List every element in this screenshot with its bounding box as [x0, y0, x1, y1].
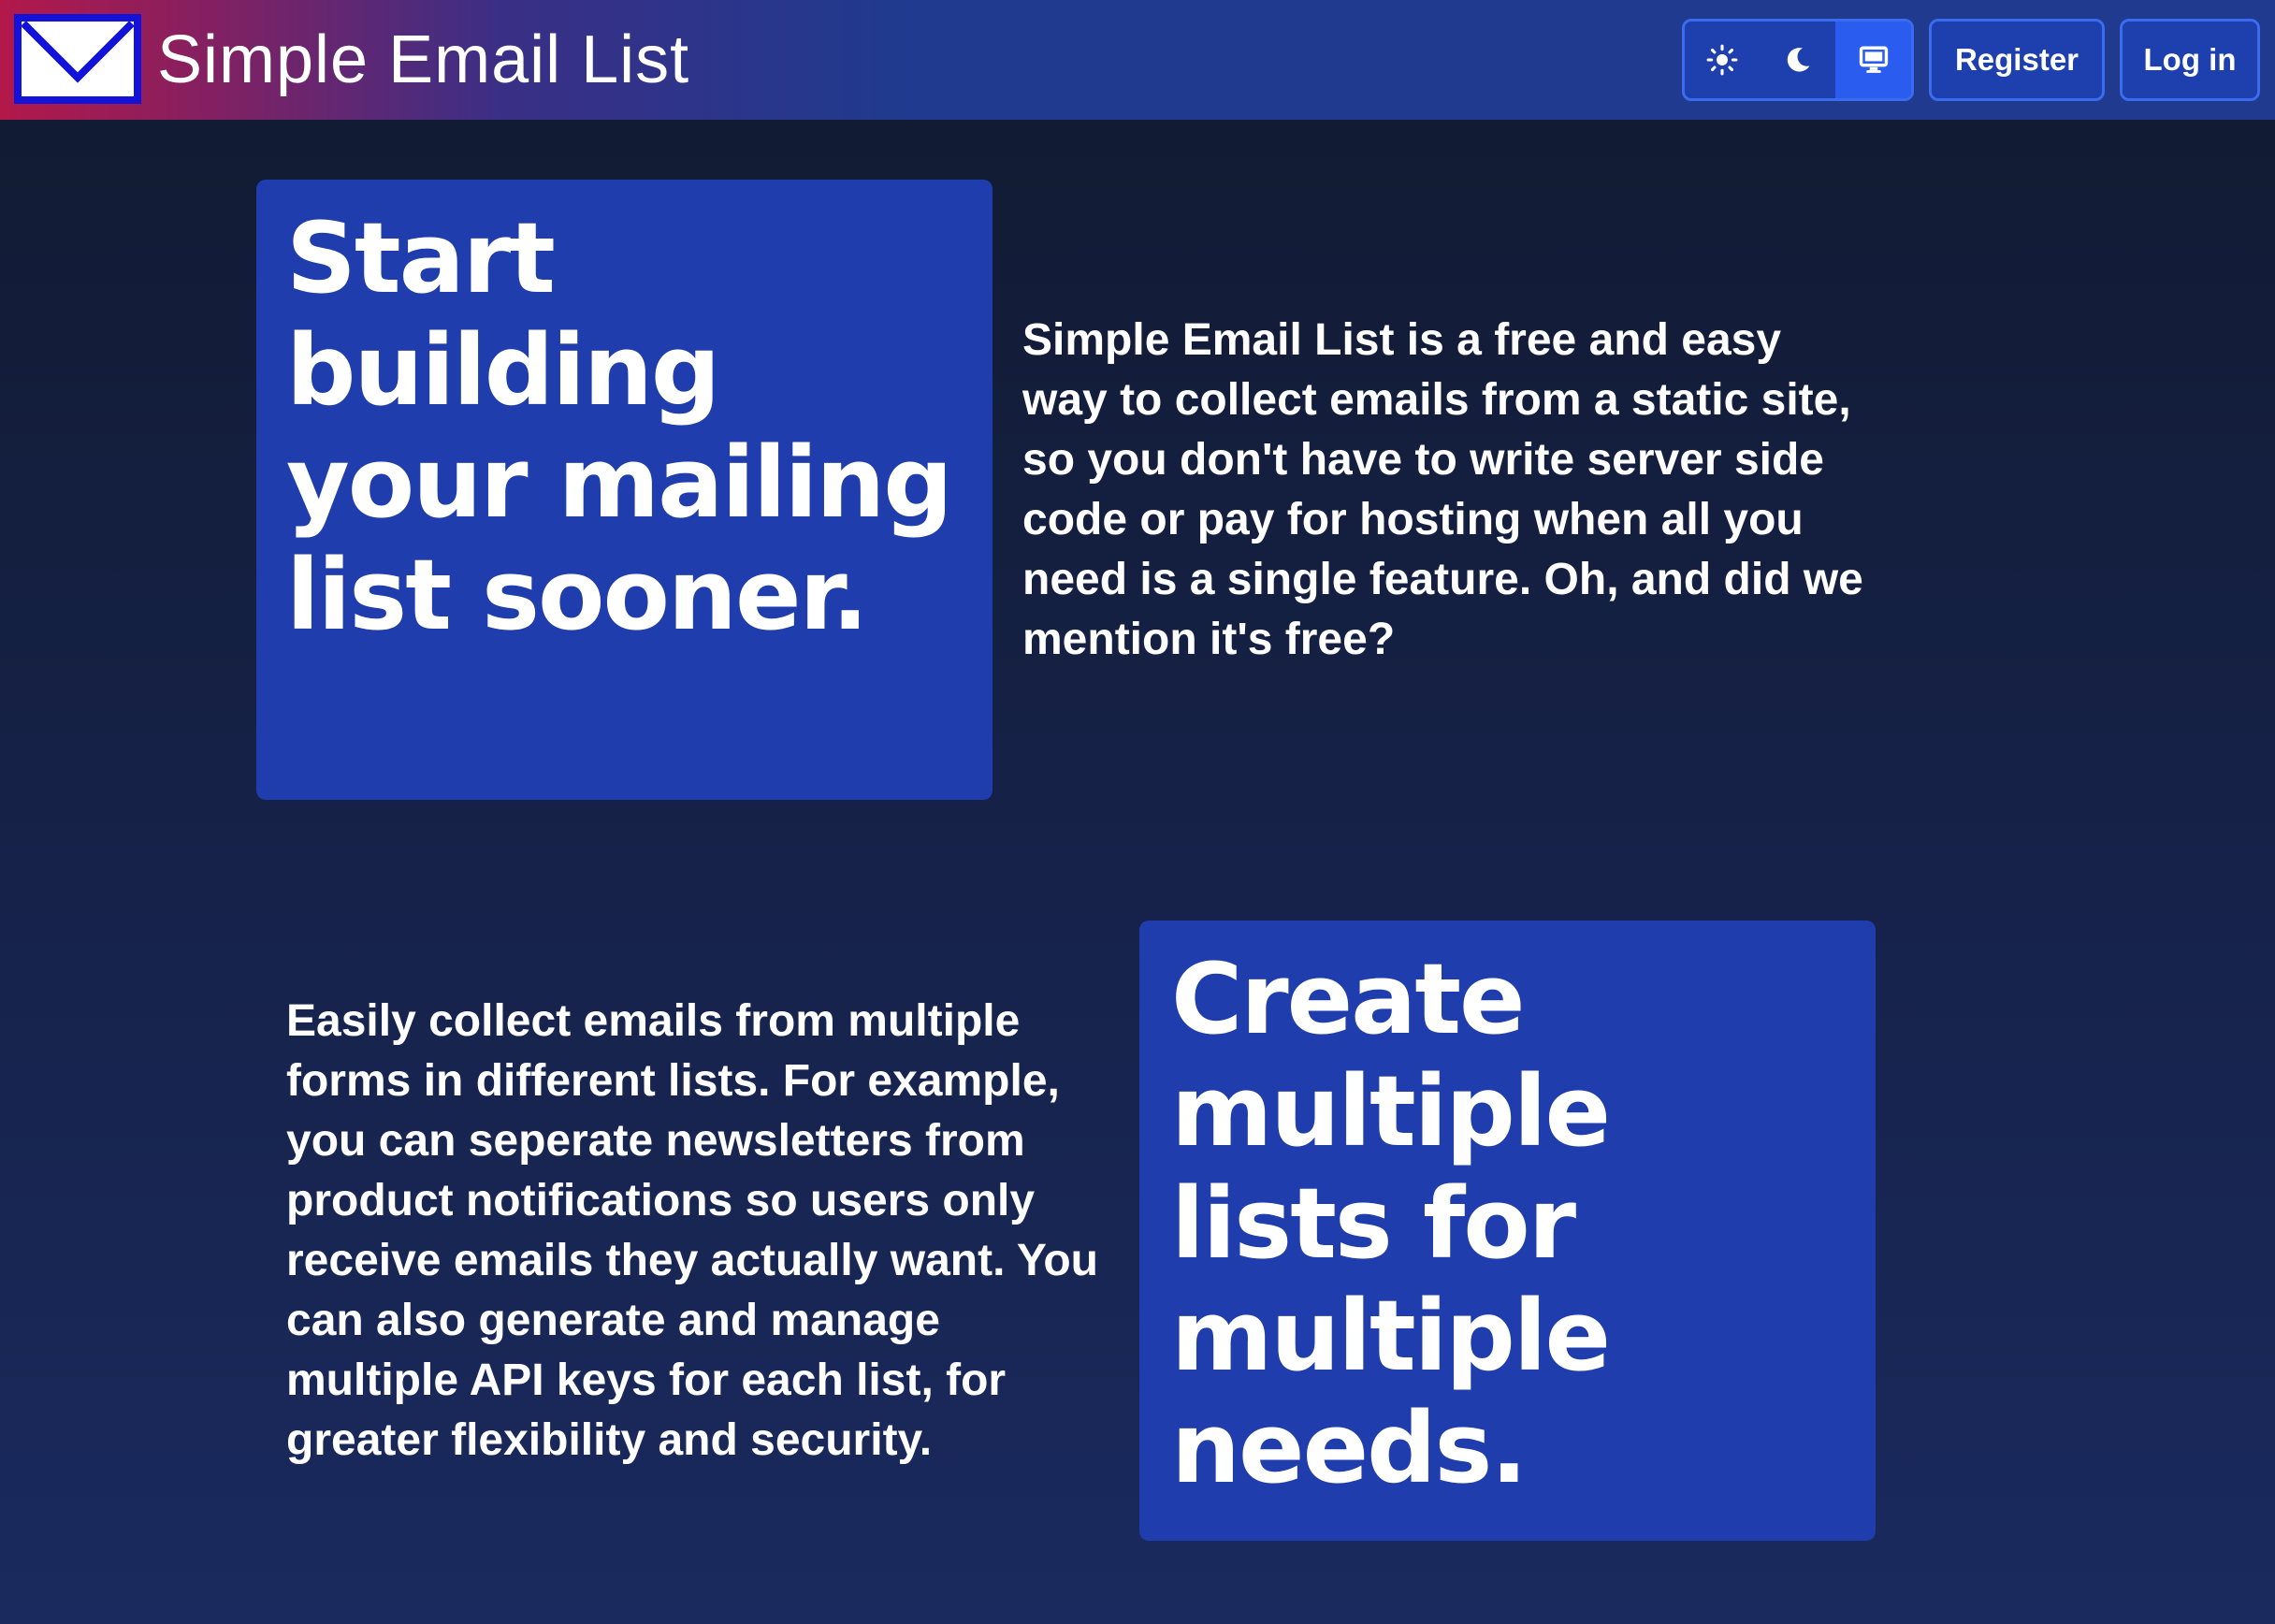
moon-icon — [1787, 48, 1810, 72]
login-button[interactable]: Log in — [2120, 19, 2260, 101]
feature-description-1: Simple Email List is a free and easy way… — [1022, 315, 1863, 664]
dark-theme-button[interactable] — [1761, 22, 1836, 98]
monitor-icon — [1859, 46, 1888, 73]
feature-card-2: Create multiple lists for multiple needs… — [1139, 921, 1876, 1541]
system-theme-button[interactable] — [1835, 22, 1911, 98]
register-button[interactable]: Register — [1929, 19, 2105, 101]
feature-card-1: Start building your mailing list sooner. — [256, 180, 993, 800]
theme-toggle — [1682, 19, 1914, 101]
feature-heading-2: Create multiple lists for multiple needs… — [1171, 942, 1611, 1505]
envelope-icon[interactable] — [14, 14, 141, 104]
sun-icon — [1706, 44, 1738, 76]
feature-description-2: Easily collect emails from multiple form… — [286, 996, 1098, 1465]
site-title[interactable]: Simple Email List — [157, 17, 689, 103]
site-header: Simple Email List Register Log in — [0, 0, 2275, 120]
feature-heading-1: Start building your mailing list sooner. — [286, 201, 953, 652]
light-theme-button[interactable] — [1685, 22, 1761, 98]
